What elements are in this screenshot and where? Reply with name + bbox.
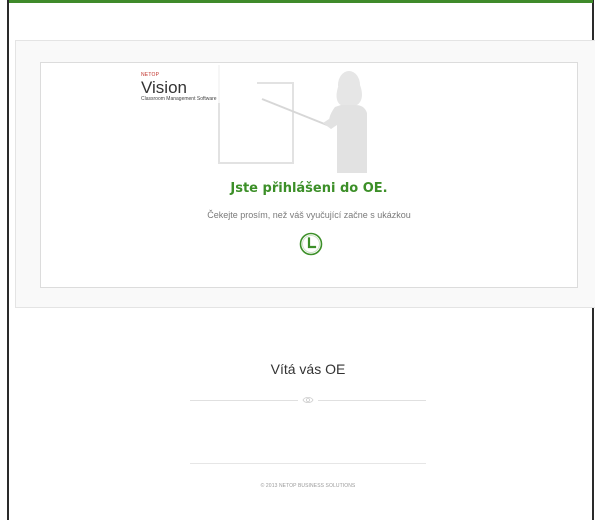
copyright-text: © 2013 NETOP BUSINESS SOLUTIONS: [260, 483, 356, 489]
status-card: NETOP Vision Classroom Management Softwa…: [40, 62, 578, 288]
divider-right: [318, 400, 426, 401]
page: NETOP Vision Classroom Management Softwa…: [0, 0, 595, 520]
window-border-left: [7, 0, 9, 520]
netop-vision-logo: NETOP Vision Classroom Management Softwa…: [141, 73, 217, 102]
top-accent-bar: [9, 0, 593, 3]
logo-brand-main: Vision: [141, 78, 187, 97]
wait-message: Čekejte prosím, než váš vyučující začne …: [207, 210, 411, 220]
connected-title: Jste přihlášeni do OE.: [230, 181, 388, 196]
divider-left: [190, 400, 298, 401]
footer-divider: [190, 463, 426, 464]
welcome-title: Vítá vás OE: [270, 361, 346, 377]
clock-icon: [299, 232, 323, 256]
eye-icon: [302, 396, 314, 404]
teacher-illustration: [218, 65, 367, 173]
logo-brand-sub: Classroom Management Software: [141, 96, 217, 102]
